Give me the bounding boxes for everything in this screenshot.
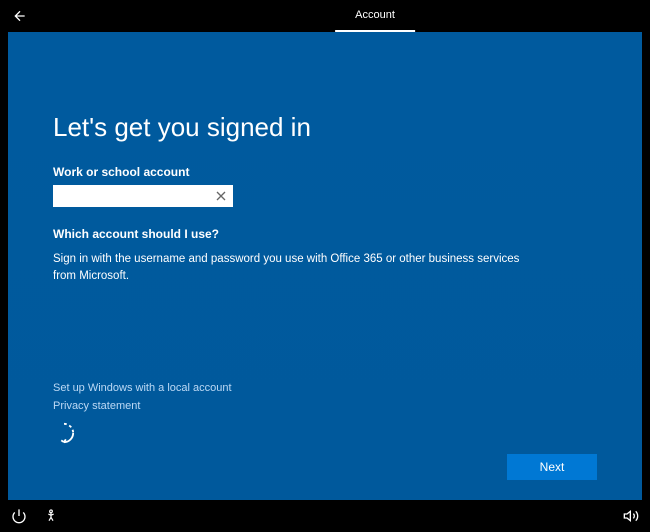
account-field-label: Work or school account xyxy=(53,165,597,179)
clear-input-button[interactable] xyxy=(213,188,229,204)
button-row: Next xyxy=(53,454,597,480)
bottom-bar xyxy=(0,500,650,532)
account-input-wrap xyxy=(53,185,233,207)
next-button[interactable]: Next xyxy=(507,454,597,480)
privacy-link[interactable]: Privacy statement xyxy=(53,400,140,412)
back-button[interactable] xyxy=(0,0,40,32)
bottom-right-icons xyxy=(622,507,640,525)
tab-bar: Account xyxy=(235,0,415,32)
loading-spinner xyxy=(53,422,75,444)
power-button[interactable] xyxy=(10,507,28,525)
tab-label: Account xyxy=(355,9,395,21)
spinner-icon xyxy=(53,422,75,444)
speaker-icon xyxy=(623,508,639,524)
bottom-section: Set up Windows with a local account Priv… xyxy=(53,382,597,480)
arrow-left-icon xyxy=(12,8,28,24)
account-input[interactable] xyxy=(53,185,233,207)
help-text: Sign in with the username and password y… xyxy=(53,251,523,286)
accessibility-button[interactable] xyxy=(42,507,60,525)
title-bar: Account xyxy=(0,0,650,32)
tab-account[interactable]: Account xyxy=(335,0,415,32)
volume-button[interactable] xyxy=(622,507,640,525)
accessibility-icon xyxy=(43,508,59,524)
power-icon xyxy=(11,508,27,524)
local-account-link[interactable]: Set up Windows with a local account xyxy=(53,382,232,394)
close-icon xyxy=(213,188,229,204)
page-title: Let's get you signed in xyxy=(53,112,597,143)
bottom-left-icons xyxy=(10,507,60,525)
content-area: Let's get you signed in Work or school a… xyxy=(8,32,642,500)
help-heading: Which account should I use? xyxy=(53,227,597,241)
